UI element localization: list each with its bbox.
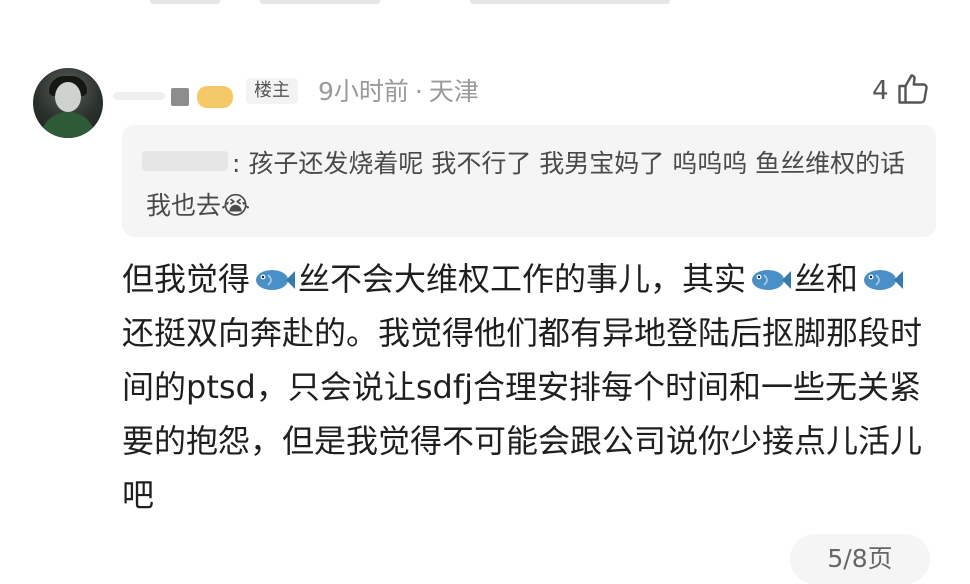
- quote-separator: :: [232, 149, 241, 178]
- comment-meta: 9小时前 · 天津: [318, 76, 479, 108]
- comment-location: 天津: [428, 77, 479, 106]
- like-button[interactable]: 4: [872, 73, 931, 109]
- body-text-1: 但我觉得: [122, 260, 251, 298]
- quote-content: 孩子还发烧着呢 我不行了 我男宝妈了 呜呜呜 鱼丝维权的话我也去😭: [146, 149, 906, 220]
- op-badge: 楼主: [246, 78, 298, 104]
- fish-emoji-icon: [252, 256, 296, 290]
- body-text-3: 丝和: [794, 260, 859, 298]
- fish-emoji-icon: [748, 256, 792, 290]
- avatar[interactable]: [33, 68, 103, 138]
- previous-comment-remnant: [0, 0, 970, 12]
- body-text-4: 还挺双向奔赴的。我觉得他们都有异地登陆后抠脚那段时间的ptsd，只会说让sdfj…: [122, 314, 923, 514]
- comment-body: 但我觉得 丝不会大维权工作的事儿，其实 丝和还挺双向奔赴的。我觉得他们都有异地登陆后…: [122, 252, 922, 522]
- username-redacted[interactable]: [113, 84, 243, 108]
- quoted-reply-text: : 孩子还发烧着呢 我不行了 我男宝妈了 呜呜呜 鱼丝维权的话我也去😭: [146, 143, 916, 227]
- meta-separator: ·: [414, 77, 423, 106]
- body-text-2: 丝不会大维权工作的事儿，其实: [298, 260, 747, 298]
- comment-time: 9小时前: [318, 77, 409, 106]
- page-indicator[interactable]: 5/8页: [790, 534, 930, 584]
- thumbs-up-icon: [895, 71, 931, 111]
- quoted-reply[interactable]: : 孩子还发烧着呢 我不行了 我男宝妈了 呜呜呜 鱼丝维权的话我也去😭: [122, 125, 936, 237]
- fish-emoji-icon: [860, 256, 904, 290]
- like-count: 4: [872, 76, 889, 106]
